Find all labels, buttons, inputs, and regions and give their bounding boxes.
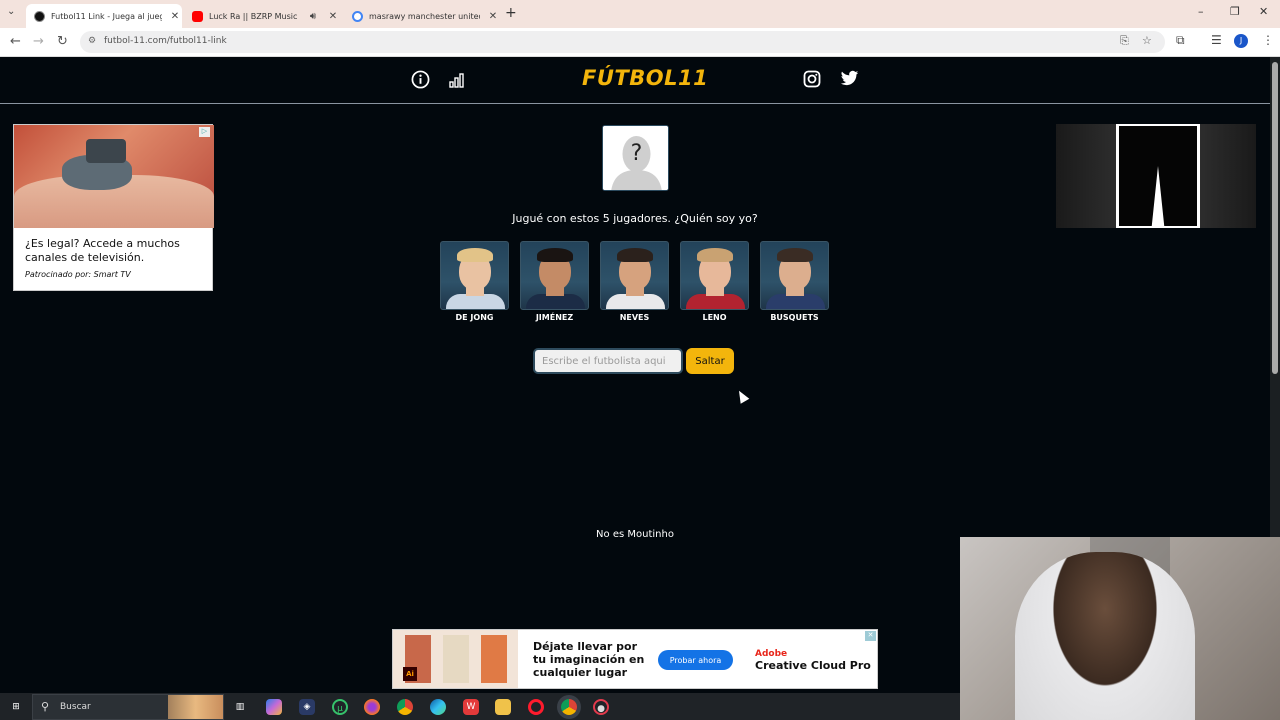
address-toolbar: ← → ↻ ⚙ futbol-11.com/futbol11-link ⎘ ☆ [0,28,1280,57]
adchoices-icon[interactable]: ▷ [199,127,210,137]
tab-title: masrawy manchester united - E [369,11,480,21]
reload-icon[interactable]: ↻ [57,34,68,49]
translate-icon[interactable]: ⎘ [1120,34,1129,48]
minimize-icon[interactable]: – [1198,5,1204,18]
tab-title: Luck Ra || BZRP Music Sessi [209,11,300,21]
new-tab-icon[interactable]: + [505,5,517,21]
site-header: FÚTBOL11 [0,57,1270,104]
player-card: NEVES [600,241,669,322]
svg-text:?: ? [631,141,643,166]
tab-title: Futbol11 Link - Juega al juego [51,11,162,21]
task-view-icon[interactable]: ▥ [232,699,248,715]
site-info-icon[interactable]: ⚙ [88,36,96,46]
back-icon[interactable]: ← [10,34,21,49]
player-photo [680,241,749,310]
player-photo [520,241,589,310]
tab-list-chevron-icon[interactable]: ⌄ [7,6,15,17]
info-icon[interactable] [411,70,430,93]
tab-futbol11[interactable]: Futbol11 Link - Juega al juego ✕ [26,4,182,28]
youtube-favicon-icon [192,10,203,22]
shorts-product-image[interactable] [1119,126,1197,226]
twitter-icon[interactable] [840,70,859,91]
edge-icon[interactable] [430,699,446,715]
ad-close-icon[interactable]: ✕ [865,631,876,641]
shield-icon[interactable]: ◈ [299,699,315,715]
skip-button[interactable]: Saltar [686,348,734,374]
utorrent-icon[interactable]: µ [332,699,348,715]
speaker-icon[interactable]: 🔊︎ [306,11,320,22]
wps-office-icon[interactable]: W [463,699,479,715]
menu-kebab-icon[interactable]: ⋮ [1262,33,1274,47]
player-card: BUSQUETS [760,241,829,322]
firefox-icon[interactable] [364,699,380,715]
taskbar-search[interactable]: ⚲ Buscar [32,694,224,720]
omnibox[interactable]: ⚙ futbol-11.com/futbol11-link ⎘ ☆ [80,31,1165,53]
search-highlight-image [168,695,223,719]
player-name: BUSQUETS [770,313,819,322]
restore-icon[interactable]: ❐ [1230,5,1240,18]
scrollbar-thumb[interactable] [1272,62,1278,374]
players-row: DE JONG JIMÉNEZ NEVES LENO BUSQUETS [440,241,830,322]
chrome-active-icon[interactable] [561,699,577,715]
ad-left[interactable]: ▷ ¿Es legal? Accede a muchos canales de … [13,124,214,291]
browser-tab-bar: ⌄ Futbol11 Link - Juega al juego ✕ Luck … [0,0,1280,28]
extensions-icon[interactable]: ⧉ [1176,33,1185,48]
forward-icon[interactable]: → [33,34,44,49]
ad-headline[interactable]: ¿Es legal? Accede a muchos canales de te… [25,237,205,265]
google-favicon-icon [352,10,363,22]
profile-avatar[interactable]: J [1234,34,1248,48]
player-shirt [446,294,505,309]
player-guess-input[interactable] [533,348,683,374]
player-card: JIMÉNEZ [520,241,589,322]
player-card: LENO [680,241,749,322]
webcam-overlay [960,537,1280,720]
ad-bottom[interactable]: Ai Déjate llevar por tu imaginación en c… [392,629,878,689]
opera-icon[interactable] [528,699,544,715]
chrome-taskbar-icon[interactable] [397,699,413,715]
search-icon: ⚲ [41,700,50,713]
mouse-cursor-icon [734,388,750,404]
player-card: DE JONG [440,241,509,322]
bookmark-star-icon[interactable]: ☆ [1142,34,1152,47]
ad-image[interactable] [14,125,214,228]
close-window-icon[interactable]: ✕ [1259,5,1268,18]
close-tab-icon[interactable]: ✕ [486,11,500,22]
file-explorer-icon[interactable] [495,699,511,715]
instagram-icon[interactable] [803,70,821,92]
ad-art[interactable]: Ai [393,630,518,688]
try-now-button[interactable]: Probar ahora [658,650,733,670]
ad-product-name: Creative Cloud Pro [755,659,871,672]
player-name: JIMÉNEZ [535,313,574,322]
ad-right-image[interactable] [1056,124,1256,228]
tab-luck-ra[interactable]: Luck Ra || BZRP Music Sessi 🔊︎ ✕ [184,4,340,28]
mystery-player-silhouette: ? [602,125,669,191]
adobe-brand: Adobe [755,649,788,659]
illustrator-badge-icon: Ai [403,667,417,681]
ad-sponsor: Patrocinado por: Smart TV [25,270,131,279]
url-text[interactable]: futbol-11.com/futbol11-link [104,36,227,46]
player-photo [760,241,829,310]
futbol11-favicon-icon [34,10,45,22]
site-logo[interactable]: FÚTBOL11 [582,66,708,90]
search-label: Buscar [60,702,91,712]
close-tab-icon[interactable]: ✕ [326,11,340,22]
player-name: DE JONG [455,313,494,322]
copilot-icon[interactable] [266,699,282,715]
streamer-video [1015,552,1195,720]
recorder-icon[interactable]: ● [593,699,609,715]
media-icon[interactable]: ☰ [1211,33,1222,47]
player-photo [600,241,669,310]
tab-masrawy[interactable]: masrawy manchester united - E ✕ [344,4,500,28]
player-name: LENO [702,313,727,322]
player-photo [440,241,509,310]
stats-icon[interactable] [449,70,467,92]
windows-start-icon[interactable]: ⊞ [8,699,24,715]
player-name: NEVES [619,313,650,322]
close-tab-icon[interactable]: ✕ [168,11,182,22]
ad-headline[interactable]: Déjate llevar por tu imaginación en cual… [533,640,648,679]
